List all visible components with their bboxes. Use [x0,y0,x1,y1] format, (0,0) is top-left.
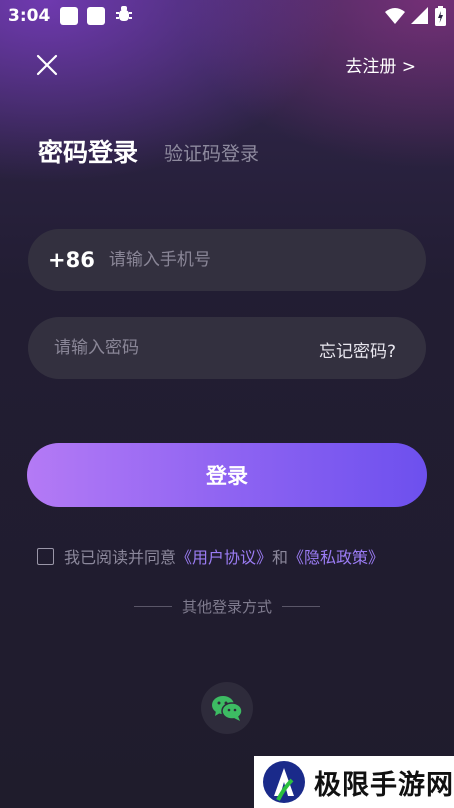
close-button[interactable] [30,48,64,82]
agreement-and: 和 [272,548,289,567]
bug-icon [114,4,134,29]
tab-password-login[interactable]: 密码登录 [38,133,138,169]
wifi-icon [385,7,405,30]
login-button[interactable]: 登录 [27,443,427,507]
user-agreement-link[interactable]: 《用户协议》 [176,544,272,568]
password-field: 忘记密码? [28,317,426,379]
agreement-prefix: 我已阅读并同意 [64,548,177,567]
watermark-text: 极限手游网 [314,769,454,801]
wechat-icon [212,696,243,721]
wechat-login-button[interactable] [201,682,253,734]
forgot-password-link[interactable]: 忘记密码? [319,337,396,362]
agreement-row: 我已阅读并同意 《用户协议》 和 《隐私政策》 [37,545,384,567]
app-notification-icon [60,7,79,25]
status-time: 3:04 [8,6,51,26]
site-watermark: 极限手游网 [254,756,454,808]
site-logo-icon [263,761,305,803]
privacy-policy-link[interactable]: 《隐私政策》 [288,544,384,568]
tab-code-login[interactable]: 验证码登录 [164,139,259,166]
status-bar: 3:04 [0,0,454,32]
other-login-label: 其他登录方式 [181,597,272,616]
close-icon [36,54,58,76]
phone-field: +86 [28,229,426,291]
country-code-selector[interactable]: +86 [48,248,95,272]
divider-line [133,605,172,607]
other-login-divider: 其他登录方式 [130,596,324,616]
battery-charging-icon [435,6,446,31]
go-register-link[interactable]: 去注册 > [345,52,416,77]
divider-line [282,605,320,607]
agreement-checkbox[interactable] [37,547,54,565]
password-input[interactable] [54,338,284,358]
signal-icon [411,7,429,30]
phone-input[interactable] [108,250,389,270]
app-notification-icon [87,7,106,25]
